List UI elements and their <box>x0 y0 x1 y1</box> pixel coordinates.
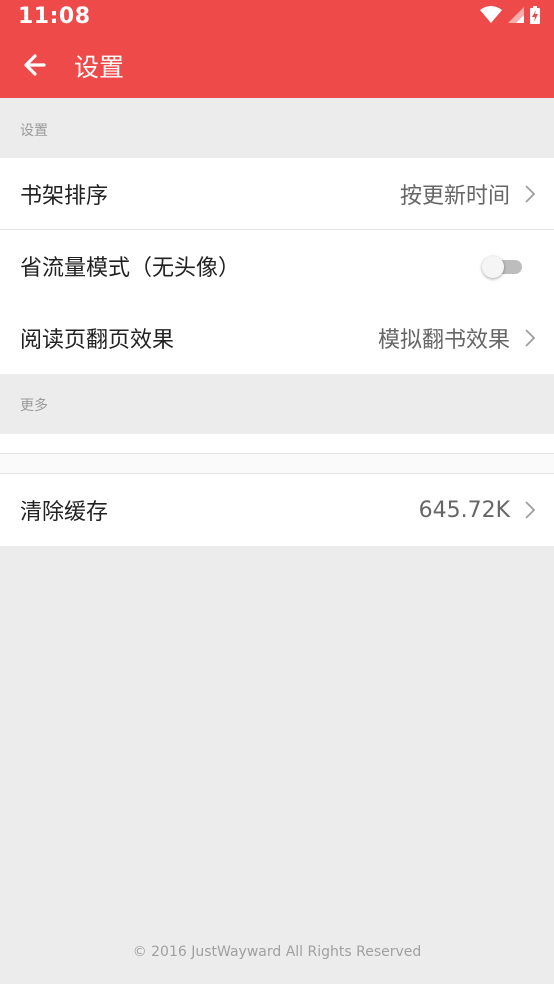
section-header-settings: 设置 <box>0 98 554 158</box>
clear-cache-row[interactable]: 清除缓存 645.72K <box>0 474 554 546</box>
app-bar: 11:08 设置 <box>0 0 554 98</box>
status-icons <box>480 6 540 24</box>
empty-row <box>0 454 554 473</box>
shelf-sort-value: 按更新时间 <box>399 184 510 209</box>
section-header-more: 更多 <box>0 374 554 434</box>
back-arrow-icon[interactable] <box>18 48 52 82</box>
cache-size-value: 645.72K <box>418 497 510 523</box>
data-saver-toggle[interactable] <box>482 256 522 278</box>
section-header-label: 更多 <box>20 398 48 414</box>
empty-row <box>0 434 554 454</box>
chevron-right-icon <box>525 501 536 519</box>
section-header-label: 设置 <box>20 123 48 139</box>
chevron-right-icon <box>525 329 536 347</box>
shelf-sort-label: 书架排序 <box>20 184 109 209</box>
toggle-thumb <box>482 256 504 278</box>
data-saver-row[interactable]: 省流量模式（无头像） <box>0 230 554 302</box>
cell-signal-icon <box>508 7 524 23</box>
data-saver-label: 省流量模式（无头像） <box>20 256 241 281</box>
page-title: 设置 <box>74 53 125 82</box>
battery-charging-icon <box>530 6 540 24</box>
copyright-footer: © 2016 JustWayward All Rights Reserved <box>132 944 422 960</box>
status-time: 11:08 <box>18 4 91 29</box>
shelf-sort-row[interactable]: 书架排序 按更新时间 <box>0 158 554 230</box>
wifi-icon <box>480 6 502 23</box>
page-turn-label: 阅读页翻页效果 <box>20 328 175 353</box>
clear-cache-label: 清除缓存 <box>20 500 109 525</box>
chevron-right-icon <box>525 185 536 203</box>
page-turn-row[interactable]: 阅读页翻页效果 模拟翻书效果 <box>0 302 554 374</box>
page-turn-value: 模拟翻书效果 <box>377 328 510 353</box>
